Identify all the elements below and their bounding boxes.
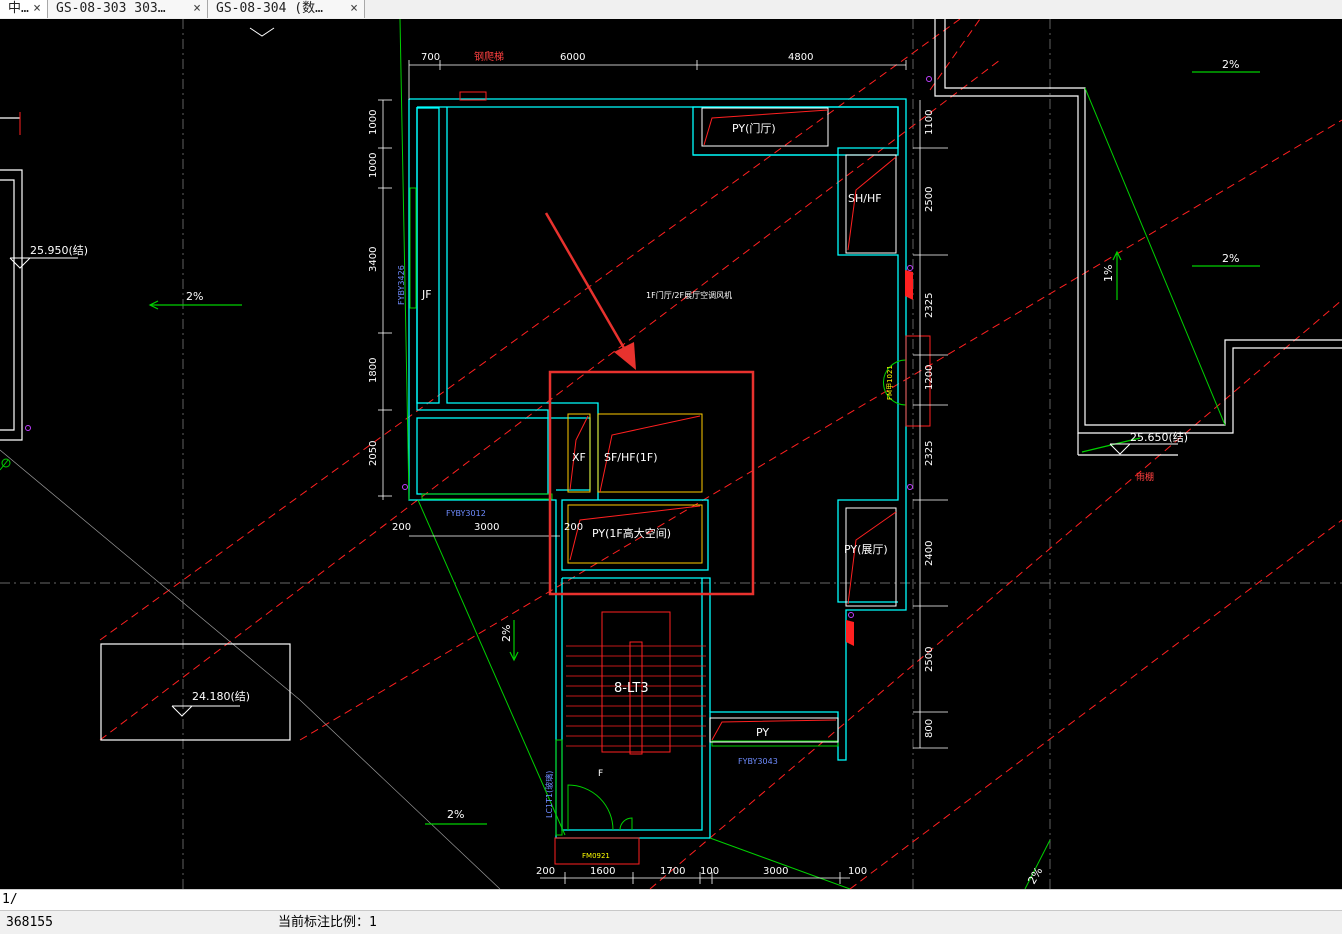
- canopy-label: 雨棚: [1136, 471, 1154, 483]
- dim-mid-3: 200: [564, 522, 583, 533]
- slope-arrows: [148, 71, 1260, 825]
- dim-bottom-3: 1700: [660, 866, 685, 877]
- stair-label: 8-LT3: [614, 681, 649, 696]
- tab-gs-08-304[interactable]: GS-08-304 (数… ×: [208, 0, 365, 18]
- dim-right-7: 2500: [924, 647, 935, 672]
- window-fyby3426: FYBY3426: [397, 265, 406, 305]
- room-py: PY: [756, 726, 769, 739]
- grid-lines: [0, 19, 1342, 889]
- dim-right-5: 2325: [924, 441, 935, 466]
- close-icon[interactable]: ×: [33, 0, 41, 18]
- dim-bottom-2: 1600: [590, 866, 615, 877]
- drawing-canvas[interactable]: 700 钢爬梯 6000 4800 1000 1000 3400 1800 20…: [0, 19, 1342, 889]
- highlight-box: [548, 370, 755, 596]
- command-text: 1: [2, 892, 10, 907]
- dim-right-4: 1200: [924, 365, 935, 390]
- stair-f: F: [598, 769, 603, 779]
- dim-left-1: 1000: [368, 110, 379, 135]
- slope-4: 2%: [447, 808, 464, 821]
- room-py-lobby: PY(门厅): [732, 121, 776, 135]
- slope-3: 2%: [1222, 252, 1239, 265]
- dim-mid-1: 200: [392, 522, 411, 533]
- red-fans: [846, 270, 913, 646]
- tab-label: GS-08-304 (数…: [216, 1, 323, 16]
- dim-right-1: 1100: [924, 110, 935, 135]
- room-sh-hf: SH/HF: [848, 192, 882, 205]
- lobby-note: 1F门厅/2F展厅空调风机: [646, 290, 732, 300]
- cursor-icon: /: [9, 892, 18, 907]
- elev-1: 25.950(结): [30, 244, 88, 257]
- dim-left-2: 1000: [368, 153, 379, 178]
- tab-bar: 中… × GS-08-303 303… × GS-08-304 (数… ×: [0, 0, 1342, 20]
- label-ladder: 钢爬梯: [474, 50, 504, 63]
- command-line[interactable]: 1/: [0, 889, 1342, 910]
- elev-3: 25.650(结): [1130, 431, 1188, 444]
- dimension-lines: [378, 60, 948, 884]
- close-icon[interactable]: ×: [193, 0, 201, 18]
- stair-treads: [566, 645, 706, 747]
- left-building: [0, 117, 291, 741]
- main-walls: [408, 98, 907, 839]
- dim-right-8: 800: [924, 719, 935, 738]
- dim-left-4: 1800: [368, 358, 379, 383]
- window-fyby3043: FYBY3043: [738, 757, 778, 766]
- room-jf: JF: [421, 288, 432, 301]
- close-icon[interactable]: ×: [350, 0, 358, 18]
- dim-left-5: 2050: [368, 441, 379, 466]
- dim-right-2: 2500: [924, 187, 935, 212]
- tab-label: GS-08-303 303…: [56, 1, 166, 16]
- tab-label: 中…: [8, 1, 29, 16]
- slope-6: 2%: [500, 625, 513, 642]
- window-fyby3012: FYBY3012: [446, 509, 486, 518]
- dim-4800: 4800: [788, 52, 813, 63]
- right-building: [934, 19, 1342, 456]
- slope-2: 2%: [1222, 58, 1239, 71]
- slope-1: 2%: [186, 290, 203, 303]
- dim-right-6: 2400: [924, 541, 935, 566]
- dim-left-3: 3400: [368, 247, 379, 272]
- coordinate-readout: 368155: [6, 915, 53, 930]
- dim-bottom-6: 100: [848, 866, 867, 877]
- dim-700: 700: [421, 52, 440, 63]
- window-lc1t1: LC1T1(玻璃): [544, 771, 554, 818]
- red-diagonals: [99, 19, 1342, 889]
- annotation-scale[interactable]: 当前标注比例：1: [278, 911, 377, 934]
- room-boxes: [567, 413, 703, 564]
- room-py-hall: PY(展厅): [844, 543, 888, 556]
- dim-bottom-4: 100: [700, 866, 719, 877]
- tab-gs-08-303[interactable]: GS-08-303 303… ×: [48, 0, 208, 18]
- highlight-arrow: [544, 212, 630, 356]
- room-sf-hf: SF/HF(1F): [604, 451, 658, 464]
- dim-6000: 6000: [560, 52, 585, 63]
- slope-5: 1%: [1102, 265, 1115, 282]
- elev-2: 24.180(结): [192, 690, 250, 703]
- dim-right-3: 2325: [924, 293, 935, 318]
- room-py-space: PY(1F高大空间): [592, 526, 671, 540]
- dim-bottom-1: 200: [536, 866, 555, 877]
- tab-current[interactable]: 中… ×: [0, 0, 48, 18]
- dim-mid-2: 3000: [474, 522, 499, 533]
- room-xf: XF: [572, 451, 586, 464]
- dim-bottom-5: 3000: [763, 866, 788, 877]
- door-fm0921: FM0921: [582, 852, 610, 860]
- status-bar: 368155 当前标注比例：1: [0, 910, 1342, 934]
- cad-drawing: 700 钢爬梯 6000 4800 1000 1000 3400 1800 20…: [0, 19, 1342, 889]
- door-fm1021: FM甲1021: [886, 365, 894, 400]
